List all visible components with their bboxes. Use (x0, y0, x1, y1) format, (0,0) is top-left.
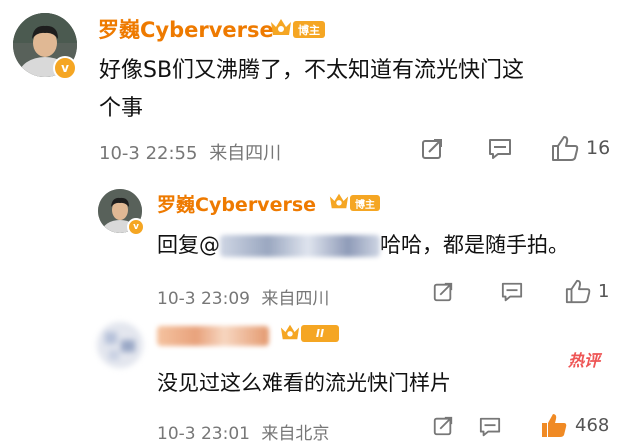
comment-icon (501, 282, 523, 302)
comment-meta: 10-3 23:09 来自四川 (157, 284, 329, 309)
comment-button[interactable] (500, 281, 524, 303)
like-button[interactable]: 16 (550, 134, 610, 162)
username[interactable]: 罗巍Cyberverse (157, 190, 316, 217)
reply-text: 回复@ 哈哈，都是随手拍。 (157, 229, 569, 259)
blurred-username[interactable] (157, 326, 269, 346)
timestamp: 10-3 23:09 (157, 289, 250, 309)
like-count: 468 (575, 414, 610, 436)
like-count: 1 (598, 280, 610, 302)
reply-suffix: 哈哈，都是随手拍。 (380, 233, 569, 257)
reply-prefix: 回复@ (157, 233, 220, 257)
comment-icon (479, 417, 501, 437)
hot-comment-tag: 热评 (568, 351, 601, 370)
like-icon (565, 279, 591, 304)
avatar[interactable] (97, 322, 143, 368)
verified-badge-icon: v (127, 218, 145, 236)
comment-text-line: 好像SB们又沸腾了，不太知道有流光快门这 (99, 58, 525, 83)
comment-button[interactable] (487, 137, 513, 161)
share-icon (422, 139, 442, 159)
comment-icon (489, 139, 511, 159)
comment-meta: 10-3 22:55 来自四川 (99, 139, 281, 165)
like-button[interactable]: 468 (539, 411, 609, 439)
timestamp: 10-3 23:01 (157, 424, 250, 444)
comment-text-line: 个事 (99, 96, 144, 121)
comment-button[interactable] (478, 416, 502, 438)
blogger-badge: 博主 (293, 21, 325, 38)
location: 来自四川 (261, 289, 330, 309)
like-count: 16 (586, 137, 611, 159)
comment-meta: 10-3 23:01 来自北京 (157, 419, 329, 444)
share-icon (433, 416, 453, 436)
share-button[interactable] (432, 281, 454, 303)
share-button[interactable] (432, 415, 454, 437)
timestamp: 10-3 22:55 (99, 143, 198, 164)
location: 来自四川 (209, 143, 282, 164)
crown-icon (329, 193, 349, 209)
crown-icon (280, 324, 300, 340)
username[interactable]: 罗巍Cyberverse (98, 14, 274, 44)
like-button[interactable]: 1 (564, 278, 609, 304)
blogger-badge: 博主 (350, 195, 380, 211)
location: 来自北京 (261, 424, 330, 444)
comment-text: 没见过这么难看的流光快门样片 (157, 371, 451, 395)
share-button[interactable] (420, 137, 444, 161)
like-icon-filled (542, 414, 567, 437)
share-icon (433, 282, 453, 302)
like-icon (552, 136, 579, 161)
verified-badge-icon: v (53, 56, 77, 80)
fan-level-badge: II (301, 325, 339, 342)
crown-icon (271, 19, 291, 35)
blurred-mention (220, 235, 380, 257)
